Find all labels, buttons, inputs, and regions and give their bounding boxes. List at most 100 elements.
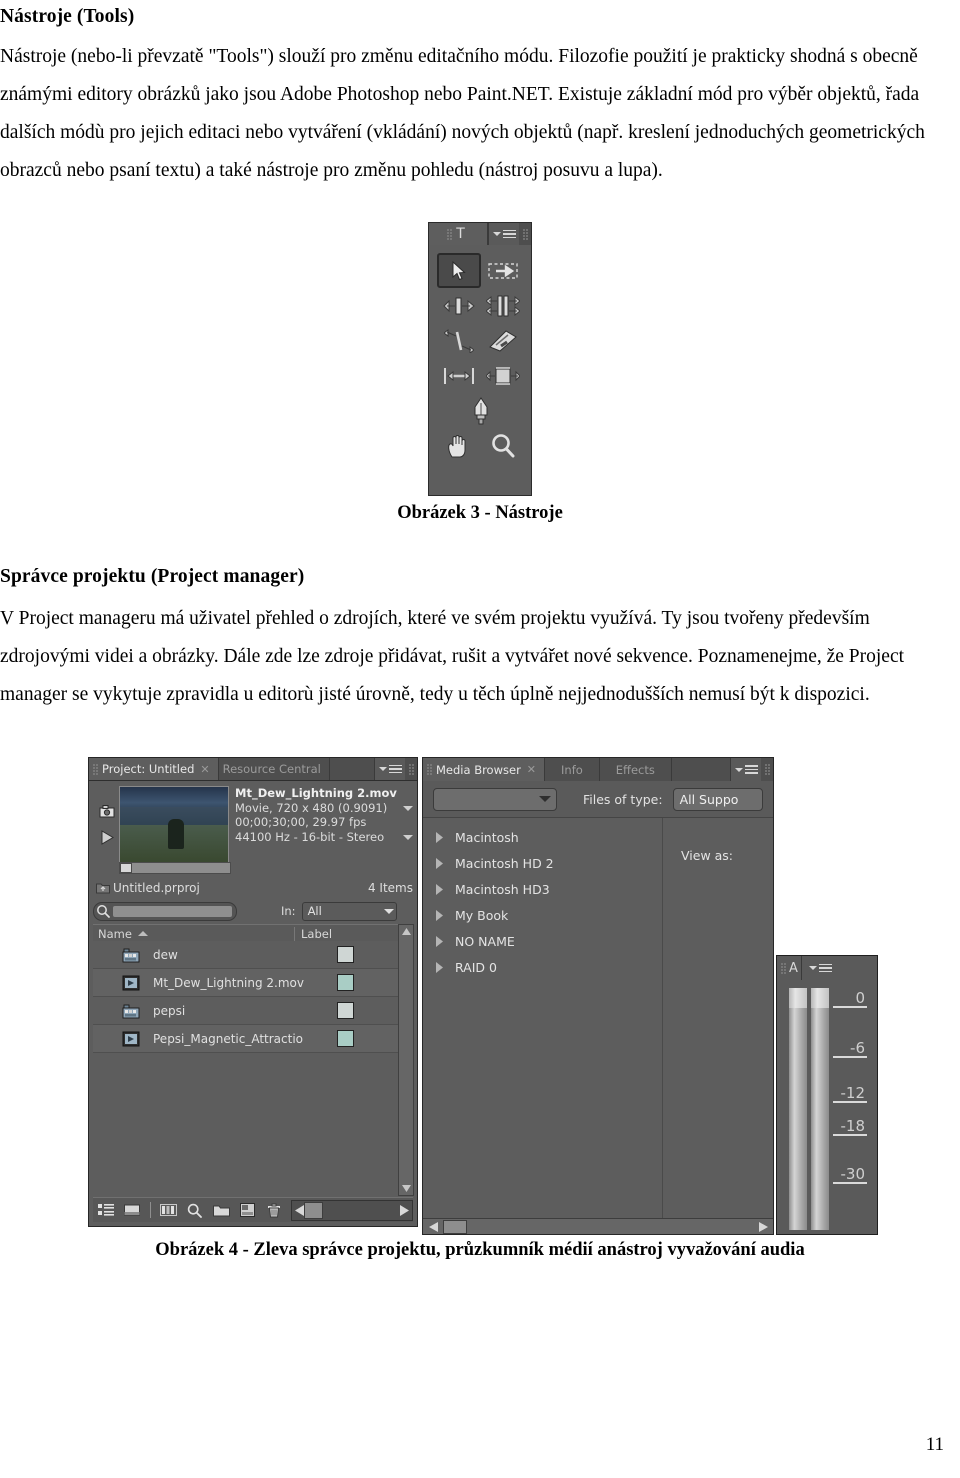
item-label-swatch-cell[interactable] bbox=[337, 946, 399, 963]
panel-drag-grip[interactable] bbox=[519, 223, 531, 245]
chevron-right-icon[interactable] bbox=[423, 883, 455, 895]
scroll-down-arrow[interactable] bbox=[399, 1182, 413, 1195]
tab-type-tool[interactable]: T bbox=[429, 223, 488, 245]
panel-drag-grip[interactable] bbox=[761, 758, 773, 781]
tab-effects[interactable]: Effects bbox=[599, 758, 672, 781]
clip-format: Movie, 720 x 480 (0.9091) bbox=[235, 801, 413, 816]
new-item-icon[interactable] bbox=[239, 1201, 256, 1219]
panel-menu-button[interactable] bbox=[488, 223, 519, 245]
project-find-row: In: All bbox=[93, 900, 413, 922]
label-swatch[interactable] bbox=[337, 946, 354, 963]
icon-view-glyph bbox=[124, 1204, 141, 1215]
list-item[interactable]: My Book bbox=[423, 902, 662, 928]
parent-bin-button[interactable] bbox=[93, 882, 113, 894]
item-label-swatch-cell[interactable] bbox=[337, 974, 399, 991]
project-panel: Project: Untitled ✕ Resource Central Mt_… bbox=[88, 757, 418, 1227]
in-select[interactable]: All bbox=[301, 901, 397, 921]
chevron-right-icon[interactable] bbox=[423, 935, 455, 947]
list-item[interactable]: Macintosh HD 2 bbox=[423, 850, 662, 876]
table-row[interactable]: Mt_Dew_Lightning 2.mov bbox=[93, 969, 399, 997]
tab-info[interactable]: Info bbox=[545, 758, 600, 781]
column-header-label[interactable]: Label bbox=[294, 926, 399, 941]
column-header-name[interactable]: Name bbox=[93, 927, 294, 941]
media-browser-menu-button[interactable] bbox=[730, 758, 761, 781]
triangle-right-glyph bbox=[435, 909, 443, 921]
chevron-down-icon bbox=[378, 767, 387, 771]
close-icon[interactable]: ✕ bbox=[200, 763, 209, 776]
table-row[interactable]: Pepsi_Magnetic_Attractio bbox=[93, 1025, 399, 1053]
files-of-type-select[interactable]: All Suppo bbox=[672, 787, 763, 811]
zoom-tool[interactable] bbox=[481, 428, 525, 463]
scroll-left-arrow[interactable] bbox=[423, 1221, 443, 1232]
automate-to-sequence-icon[interactable] bbox=[159, 1201, 177, 1219]
label-swatch[interactable] bbox=[337, 1030, 354, 1047]
close-icon[interactable]: ✕ bbox=[527, 763, 536, 776]
scrubber-knob[interactable] bbox=[120, 863, 132, 873]
rate-stretch-tool[interactable] bbox=[437, 323, 481, 358]
hand-tool[interactable] bbox=[437, 428, 481, 463]
chevron-down-icon[interactable] bbox=[403, 834, 413, 840]
item-label-swatch-cell[interactable] bbox=[337, 1030, 399, 1047]
project-preview-area: Mt_Dew_Lightning 2.mov Movie, 720 x 480 … bbox=[93, 782, 413, 874]
list-item[interactable]: Macintosh HD3 bbox=[423, 876, 662, 902]
chevron-right-icon[interactable] bbox=[423, 961, 455, 973]
movie-glyph-icon bbox=[122, 1031, 140, 1046]
table-row[interactable]: pepsi bbox=[93, 997, 399, 1025]
chevron-down-icon[interactable] bbox=[403, 805, 413, 811]
search-input-field[interactable] bbox=[113, 905, 232, 917]
project-vertical-scrollbar[interactable] bbox=[398, 924, 414, 1196]
razor-icon bbox=[489, 329, 517, 352]
pen-tool[interactable] bbox=[437, 393, 525, 428]
tab-project-untitled[interactable]: Project: Untitled ✕ bbox=[89, 758, 219, 780]
media-browser-horizontal-scrollbar[interactable] bbox=[423, 1218, 773, 1234]
triangle-right-glyph bbox=[435, 883, 443, 895]
list-item[interactable]: RAID 0 bbox=[423, 954, 662, 980]
scroll-up-arrow[interactable] bbox=[399, 925, 413, 938]
slide-tool[interactable] bbox=[481, 358, 525, 393]
label-swatch[interactable] bbox=[337, 974, 354, 991]
label-swatch[interactable] bbox=[337, 1002, 354, 1019]
poster-frame-button[interactable] bbox=[97, 798, 117, 824]
search-input[interactable] bbox=[93, 901, 237, 921]
magnifier-glyph bbox=[187, 1203, 203, 1218]
play-button[interactable] bbox=[97, 824, 117, 850]
list-view-icon[interactable] bbox=[97, 1201, 114, 1219]
clip-duration: 00;00;30;00, 29.97 fps bbox=[235, 815, 367, 829]
audio-panel-menu-button[interactable] bbox=[800, 956, 840, 980]
thumbnail-scrubber[interactable] bbox=[119, 862, 231, 874]
zoom-slider[interactable] bbox=[291, 1199, 414, 1221]
menu-lines-icon bbox=[744, 763, 758, 776]
tab-media-browser[interactable]: Media Browser ✕ bbox=[423, 758, 546, 781]
slider-knob[interactable] bbox=[304, 1201, 324, 1219]
chevron-right-icon[interactable] bbox=[423, 831, 455, 843]
table-row[interactable]: dew bbox=[93, 941, 399, 969]
list-item[interactable]: Macintosh bbox=[423, 824, 662, 850]
list-item[interactable]: NO NAME bbox=[423, 928, 662, 954]
track-select-tool[interactable] bbox=[481, 253, 525, 288]
directory-select[interactable] bbox=[433, 787, 557, 811]
find-icon[interactable] bbox=[186, 1201, 203, 1219]
tree-item-label: Macintosh HD3 bbox=[455, 881, 550, 897]
clip-thumbnail[interactable] bbox=[119, 786, 229, 864]
project-item-list: dew Mt_Dew_Lightning 2.mov pepsi Pepsi_M… bbox=[93, 941, 399, 1196]
chevron-right-icon[interactable] bbox=[423, 909, 455, 921]
scroll-right-arrow[interactable] bbox=[753, 1221, 773, 1232]
tab-resource-central[interactable]: Resource Central bbox=[218, 758, 330, 780]
menu-lines-icon bbox=[502, 228, 516, 241]
razor-tool[interactable] bbox=[481, 323, 525, 358]
selection-tool[interactable] bbox=[437, 253, 481, 288]
rolling-edit-tool[interactable] bbox=[481, 288, 525, 323]
ripple-edit-tool[interactable] bbox=[437, 288, 481, 323]
ripple-edit-icon bbox=[443, 297, 475, 314]
new-bin-icon[interactable] bbox=[212, 1201, 230, 1219]
scrollbar-knob[interactable] bbox=[443, 1219, 467, 1234]
item-count: 4 Items bbox=[367, 881, 413, 895]
delete-icon[interactable] bbox=[265, 1201, 282, 1219]
icon-view-icon[interactable] bbox=[123, 1201, 141, 1219]
list-view-glyph bbox=[97, 1204, 114, 1216]
panel-drag-grip[interactable] bbox=[405, 758, 417, 780]
chevron-right-icon[interactable] bbox=[423, 857, 455, 869]
project-panel-menu-button[interactable] bbox=[374, 758, 405, 780]
slip-tool[interactable] bbox=[437, 358, 481, 393]
item-label-swatch-cell[interactable] bbox=[337, 1002, 399, 1019]
